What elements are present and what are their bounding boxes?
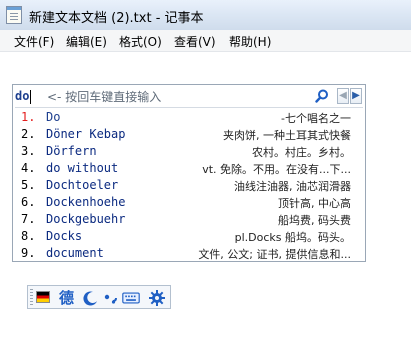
candidate-definition: -七个唱名之一: [281, 112, 351, 125]
candidate-number: 4.: [21, 161, 36, 175]
ime-logo[interactable]: 德: [59, 287, 74, 308]
candidate-item[interactable]: 7. Dockgebuehr 船坞费, 码头费: [13, 211, 365, 228]
candidate-item[interactable]: 5. Dochtoeler 油线注油器, 油芯润滑器: [13, 177, 365, 194]
candidate-number: 1.: [21, 110, 36, 124]
candidate-number: 9.: [21, 246, 36, 260]
candidate-word: Dochtoeler: [46, 178, 119, 192]
candidate-word: Docks: [46, 229, 83, 243]
punctuation-icon[interactable]: [102, 289, 120, 307]
candidate-number: 5.: [21, 178, 36, 192]
candidate-definition: pl.Docks 船坞。码头。: [234, 231, 351, 244]
candidate-number: 2.: [21, 127, 36, 141]
candidate-item[interactable]: 8. Docks pl.Docks 船坞。码头。: [13, 228, 365, 245]
candidate-item[interactable]: 4. do without vt. 免除。不用。在没有...下...: [13, 160, 365, 177]
candidate-definition: vt. 免除。不用。在没有...下...: [202, 163, 351, 176]
ime-composition-text: do: [15, 89, 30, 103]
search-icon[interactable]: [315, 89, 329, 103]
menu-file[interactable]: 文件(F): [12, 32, 56, 51]
ime-input-row: do <- 按回车键直接输入 ◀ ▶: [13, 85, 365, 107]
candidate-item[interactable]: 2. Döner Kebap 夹肉饼, 一种土耳其式快餐: [13, 126, 365, 143]
candidate-definition: 顶针高, 中心高: [278, 197, 351, 210]
divider: [15, 107, 363, 108]
candidate-word: do without: [46, 161, 119, 175]
candidate-definition: 文件, 公文; 证书, 提供信息和...: [198, 248, 351, 261]
candidate-number: 8.: [21, 229, 36, 243]
candidate-definition: 船坞费, 码头费: [278, 214, 351, 227]
menu-bar: 文件(F) 编辑(E) 格式(O) 查看(V) 帮助(H): [0, 30, 411, 52]
german-flag-icon[interactable]: [36, 291, 50, 303]
moon-icon[interactable]: [82, 289, 100, 307]
ime-hint-text: <- 按回车键直接输入: [47, 90, 162, 104]
candidate-item[interactable]: 3. Dörfern 农村。村庄。乡村。: [13, 143, 365, 160]
notepad-icon: [6, 6, 22, 24]
candidate-word: Do: [46, 110, 61, 124]
next-page-button[interactable]: ▶: [350, 88, 362, 104]
candidate-word: Dockenhoehe: [46, 195, 126, 209]
gear-icon[interactable]: [148, 289, 166, 307]
text-caret: [30, 90, 31, 104]
candidate-item[interactable]: 9. document 文件, 公文; 证书, 提供信息和...: [13, 245, 365, 262]
ime-status-toolbar: 德: [27, 285, 171, 309]
candidate-number: 6.: [21, 195, 36, 209]
window-title: 新建文本文档 (2).txt - 记事本: [29, 11, 204, 26]
menu-format[interactable]: 格式(O): [117, 32, 164, 51]
menu-help[interactable]: 帮助(H): [227, 32, 273, 51]
candidate-definition: 油线注油器, 油芯润滑器: [234, 180, 351, 193]
candidate-item[interactable]: 6. Dockenhoehe 顶针高, 中心高: [13, 194, 365, 211]
ime-candidate-panel: do <- 按回车键直接输入 ◀ ▶ 1. Do -七个唱名之一 2. Döne…: [12, 84, 366, 262]
candidate-definition: 农村。村庄。乡村。: [252, 146, 351, 159]
candidate-item[interactable]: 1. Do -七个唱名之一: [13, 109, 365, 126]
candidate-word: Döner Kebap: [46, 127, 126, 141]
prev-page-button[interactable]: ◀: [337, 88, 349, 104]
candidate-number: 3.: [21, 144, 36, 158]
candidate-definition: 夹肉饼, 一种土耳其式快餐: [223, 129, 351, 142]
title-bar: 新建文本文档 (2).txt - 记事本: [0, 0, 411, 31]
keyboard-icon[interactable]: [122, 289, 140, 307]
menu-view[interactable]: 查看(V): [172, 32, 218, 51]
menu-edit[interactable]: 编辑(E): [64, 32, 109, 51]
candidate-number: 7.: [21, 212, 36, 226]
candidate-word: Dockgebuehr: [46, 212, 126, 226]
drag-handle[interactable]: [30, 289, 33, 305]
candidate-word: document: [46, 246, 104, 260]
candidate-word: Dörfern: [46, 144, 97, 158]
